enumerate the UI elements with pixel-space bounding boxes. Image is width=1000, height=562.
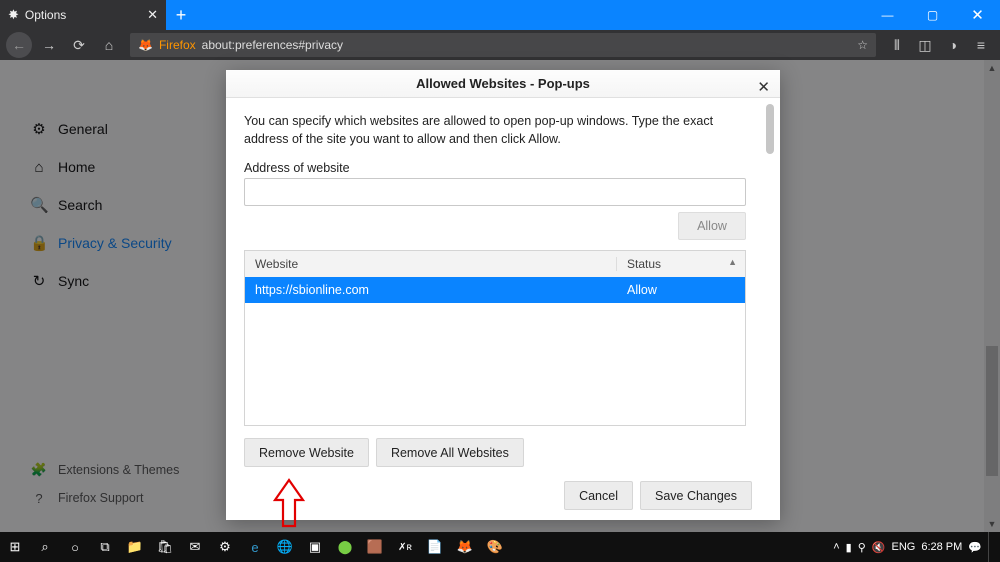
bookmark-star-icon[interactable]: ☆ — [857, 38, 868, 52]
dialog-title: Allowed Websites - Pop-ups — [416, 76, 590, 91]
cortana-button[interactable]: ○ — [60, 532, 90, 562]
forward-button[interactable]: → — [36, 32, 62, 58]
tray-clock[interactable]: 6:28 PM — [921, 541, 962, 553]
taskbar-app[interactable]: e — [240, 532, 270, 562]
table-row[interactable]: https://sbionline.com Allow — [245, 277, 745, 303]
sort-asc-icon: ▲ — [728, 257, 737, 267]
cancel-button[interactable]: Cancel — [564, 481, 633, 510]
dialog-description: You can specify which websites are allow… — [244, 112, 754, 150]
new-tab-button[interactable]: + — [166, 0, 196, 30]
tray-battery-icon[interactable]: ▮ — [846, 541, 852, 554]
taskbar-app[interactable]: 📄 — [420, 532, 450, 562]
url-bar[interactable]: 🦊 Firefox about:preferences#privacy ☆ — [130, 33, 876, 57]
taskbar-app[interactable]: ✗ʀ — [390, 532, 420, 562]
start-button[interactable]: ⊞ — [0, 532, 30, 562]
save-changes-button[interactable]: Save Changes — [640, 481, 752, 510]
back-button[interactable]: ← — [6, 32, 32, 58]
tab-title: Options — [25, 8, 66, 22]
tray-notifications-icon[interactable]: 💬 — [968, 541, 982, 554]
address-label: Address of website — [244, 161, 754, 175]
cell-status: Allow — [617, 283, 745, 297]
search-button[interactable]: ⌕ — [30, 532, 60, 562]
window-minimize-button[interactable]: ― — [865, 0, 910, 30]
remove-all-websites-button[interactable]: Remove All Websites — [376, 438, 524, 467]
browser-tab[interactable]: ✸ Options ✕ — [0, 0, 166, 30]
dialog-header: Allowed Websites - Pop-ups ✕ — [226, 70, 780, 98]
cell-website: https://sbionline.com — [245, 283, 617, 297]
taskbar-app-firefox[interactable]: 🦊 — [450, 532, 480, 562]
remove-website-button[interactable]: Remove Website — [244, 438, 369, 467]
taskbar-app[interactable]: ▣ — [300, 532, 330, 562]
window-titlebar: ✸ Options ✕ + ― ▢ ✕ — [0, 0, 1000, 30]
taskbar-app[interactable]: 🎨 — [480, 532, 510, 562]
tray-volume-icon[interactable]: 🔇 — [872, 541, 886, 554]
window-close-button[interactable]: ✕ — [955, 0, 1000, 30]
windows-taskbar: ⊞ ⌕ ○ ⧉ 📁 🛍 ✉ ⚙ e 🌐 ▣ ⬤ 🟫 ✗ʀ 📄 🦊 🎨 ˄ ▮ ⚲… — [0, 532, 1000, 562]
dialog-scrollbar[interactable] — [764, 104, 776, 515]
taskview-button[interactable]: ⧉ — [90, 532, 120, 562]
taskbar-app[interactable]: 📁 — [120, 532, 150, 562]
menu-icon[interactable]: ≡ — [968, 32, 994, 58]
browser-toolbar: ← → ⟳ ⌂ 🦊 Firefox about:preferences#priv… — [0, 30, 1000, 60]
websites-table: Website Status ▲ https://sbionline.com A… — [244, 250, 746, 426]
taskbar-app[interactable]: 🟫 — [360, 532, 390, 562]
reload-button[interactable]: ⟳ — [66, 32, 92, 58]
col-status[interactable]: Status ▲ — [617, 257, 745, 271]
col-website[interactable]: Website — [245, 257, 617, 271]
library-icon[interactable]: ⫴ — [884, 32, 910, 58]
window-maximize-button[interactable]: ▢ — [910, 0, 955, 30]
tray-chevron-icon[interactable]: ˄ — [833, 541, 839, 553]
taskbar-app[interactable]: 🌐 — [270, 532, 300, 562]
address-input[interactable] — [244, 178, 746, 206]
allow-button[interactable]: Allow — [678, 212, 746, 240]
tray-language[interactable]: ENG — [891, 541, 915, 553]
dialog-close-button[interactable]: ✕ — [757, 78, 770, 96]
url-text: about:preferences#privacy — [202, 38, 343, 52]
options-icon: ✸ — [8, 7, 19, 23]
home-button[interactable]: ⌂ — [96, 32, 122, 58]
taskbar-app[interactable]: ✉ — [180, 532, 210, 562]
firefox-icon: 🦊 — [138, 38, 153, 52]
show-desktop-button[interactable] — [988, 532, 994, 562]
taskbar-app[interactable]: 🛍 — [150, 532, 180, 562]
allowed-popups-dialog: Allowed Websites - Pop-ups ✕ You can spe… — [226, 70, 780, 520]
taskbar-app[interactable]: ⚙ — [210, 532, 240, 562]
tab-close-icon[interactable]: ✕ — [147, 7, 158, 23]
url-scheme: Firefox — [159, 38, 196, 52]
sidebar-icon[interactable]: ◫ — [912, 32, 938, 58]
protection-icon[interactable]: ◑ — [940, 32, 966, 58]
taskbar-app[interactable]: ⬤ — [330, 532, 360, 562]
tray-wifi-icon[interactable]: ⚲ — [858, 541, 866, 554]
